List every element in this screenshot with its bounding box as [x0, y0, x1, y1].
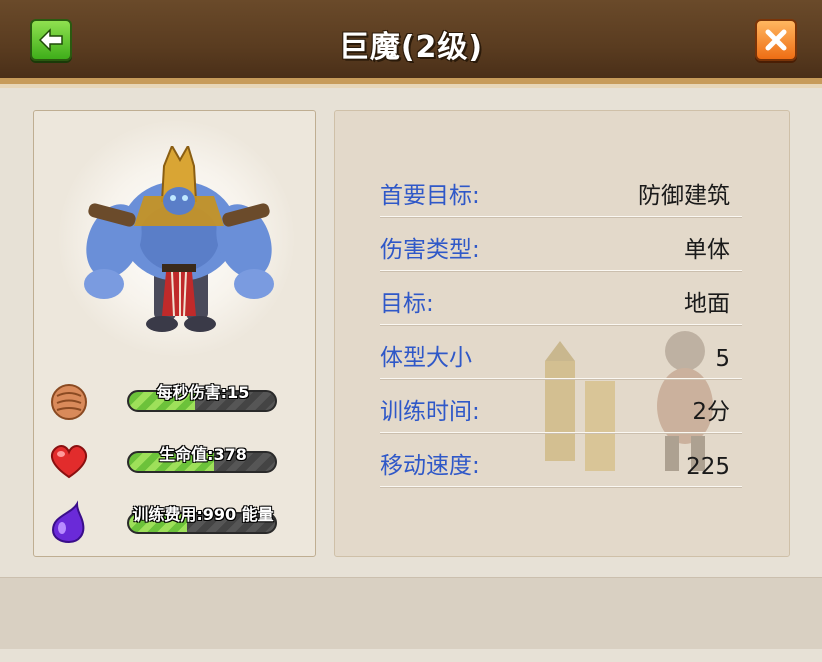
- info-value: 单体: [684, 237, 730, 263]
- title-bar: 巨魔(2级): [0, 0, 822, 88]
- info-key: 体型大小: [380, 345, 472, 371]
- info-row-damage-type: 伤害类型: 单体: [380, 220, 742, 271]
- info-value: 5: [715, 346, 730, 372]
- troll-character-image: [84, 146, 274, 332]
- info-value: 2分: [692, 399, 730, 425]
- info-key: 伤害类型:: [380, 237, 480, 263]
- info-row-target: 目标: 地面: [380, 274, 742, 325]
- info-key: 首要目标:: [380, 183, 480, 209]
- info-key: 移动速度:: [380, 453, 480, 479]
- heart-icon: [51, 445, 87, 479]
- info-row-training-time: 训练时间: 2分: [380, 382, 742, 433]
- close-icon: [765, 29, 787, 51]
- info-key: 目标:: [380, 291, 434, 317]
- hitpoints-label: 生命值:378: [159, 445, 247, 464]
- footer-bar: [0, 577, 822, 650]
- troop-info-panel: 首要目标: 防御建筑 伤害类型: 单体 目标: 地面 体型大小 5 训练时间: …: [334, 110, 790, 557]
- info-row-movement-speed: 移动速度: 225: [380, 436, 742, 487]
- fist-icon: [51, 384, 87, 420]
- info-row-primary-target: 首要目标: 防御建筑: [380, 166, 742, 217]
- energy-drop-icon: [51, 500, 85, 544]
- info-value: 防御建筑: [638, 183, 730, 209]
- info-row-housing-space: 体型大小 5: [380, 328, 742, 379]
- info-key: 训练时间:: [380, 399, 480, 425]
- troop-portrait-panel: 每秒伤害:15 生命值:378 训练费用:990 能量: [33, 110, 316, 557]
- training-cost-label: 训练费用:990 能量: [132, 505, 274, 524]
- info-value: 地面: [684, 291, 730, 317]
- footer-edge: [0, 649, 822, 662]
- page-title: 巨魔(2级): [338, 30, 484, 65]
- info-value: 225: [686, 454, 730, 480]
- close-button[interactable]: [755, 19, 797, 61]
- dps-label: 每秒伤害:15: [156, 383, 250, 402]
